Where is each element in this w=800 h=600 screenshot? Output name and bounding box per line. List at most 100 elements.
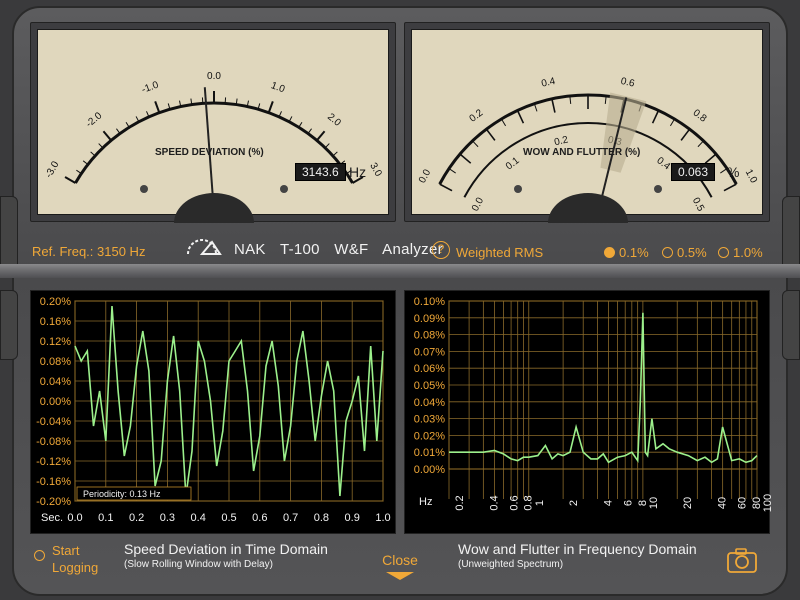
- radio-unselected-icon: [718, 247, 729, 258]
- wow-unit: %: [727, 164, 740, 180]
- camera-icon[interactable]: [726, 546, 758, 574]
- freq-chart-title: Wow and Flutter in Frequency Domain: [458, 541, 697, 557]
- freq-x-tick: 2: [568, 500, 580, 506]
- wow-meter-panel: 0.00.20.40.60.81.00.00.10.20.30.40.5 WOW…: [404, 22, 770, 223]
- weighted-rms-label[interactable]: Weighted RMS: [456, 245, 543, 260]
- speed-tick: [82, 160, 89, 165]
- speed-meter-title: SPEED DEVIATION (%): [155, 147, 264, 158]
- periodicity-label: Periodicity: 0.13 Hz: [83, 489, 161, 499]
- range-radio-0-1[interactable]: 0.1%: [604, 245, 664, 261]
- chevron-down-icon: [386, 572, 414, 580]
- speed-tick-label: 2.0: [325, 111, 343, 129]
- time-y-tick: 0.08%: [40, 356, 71, 368]
- wow-outer-tick: [669, 118, 675, 127]
- nak-logo-icon: [187, 239, 222, 255]
- speed-tick: [307, 128, 312, 134]
- freq-x-tick: 40: [717, 497, 729, 509]
- speed-tick: [267, 101, 274, 113]
- speed-unit: Hz: [349, 164, 367, 180]
- time-x-tick: 0.3: [160, 512, 175, 524]
- wow-inner-arc: [463, 122, 713, 198]
- freq-x-tick: 0.4: [488, 495, 500, 510]
- freq-x-tick: 0.2: [454, 495, 466, 510]
- freq-x-tick: 60: [737, 497, 749, 509]
- freq-y-tick: 0.08%: [414, 330, 445, 342]
- range-radio-1-0[interactable]: 1.0%: [718, 245, 778, 261]
- speed-tick: [102, 130, 112, 142]
- wow-outer-label: 0.8: [691, 107, 709, 124]
- freq-x-tick: 6: [623, 500, 635, 506]
- wow-outer-tick: [485, 128, 496, 141]
- wow-outer-tick: [472, 140, 479, 148]
- speed-tick: [98, 143, 104, 149]
- freq-y-tick: 0.02%: [414, 430, 445, 442]
- start-logging-label: Start Logging: [52, 543, 99, 575]
- time-y-tick: -0.08%: [36, 436, 71, 448]
- speed-tick-label: 0.0: [207, 71, 221, 82]
- freq-chart-subtitle: (Unweighted Spectrum): [458, 559, 564, 570]
- speed-meter-dial: -3.0 -2.0 -1.0 0.0 1.0 2.0 3.0: [43, 71, 384, 223]
- wow-outer-label: 0.0: [417, 167, 433, 185]
- freq-x-tick: 0.6: [508, 495, 520, 510]
- speed-tick: [154, 101, 161, 113]
- logging-radio-icon: [34, 550, 45, 561]
- wow-outer-tick: [501, 118, 507, 127]
- radio-label: 0.1%: [619, 245, 649, 260]
- speed-meter-panel: -3.0 -2.0 -1.0 0.0 1.0 2.0 3.0 SPEED DEVIATION…: [30, 22, 396, 223]
- wow-outer-label: 0.4: [540, 76, 556, 90]
- time-x-tick: 0.8: [314, 512, 329, 524]
- time-y-tick: -0.16%: [36, 476, 71, 488]
- wow-readout: 0.063: [671, 163, 716, 181]
- time-x-tick: 0.0: [67, 512, 82, 524]
- speed-tick: [324, 143, 330, 149]
- wow-outer-tick: [448, 168, 456, 174]
- freq-domain-chart-panel: 0.10% 0.09% 0.08% 0.07% 0.06% 0.05% 0.04% 0.03%…: [404, 290, 771, 534]
- freq-y-tick: 0.07%: [414, 346, 445, 358]
- speed-tick-label: 1.0: [269, 80, 286, 95]
- start-logging-toggle[interactable]: Start Logging: [34, 542, 98, 576]
- range-radio-0-5[interactable]: 0.5%: [662, 245, 722, 261]
- close-button[interactable]: Close: [372, 552, 428, 568]
- time-x-label: Sec.: [41, 512, 63, 524]
- left-side-tab-lower: [0, 290, 18, 360]
- time-x-tick: 0.9: [345, 512, 360, 524]
- time-y-tick: -0.04%: [36, 416, 71, 428]
- panel-divider: [0, 264, 800, 278]
- wow-outer-label: 0.2: [468, 107, 486, 124]
- time-y-tick: 0.16%: [40, 316, 71, 328]
- wow-outer-tick: [459, 153, 472, 164]
- brand-word: W&F: [334, 241, 369, 258]
- speed-tick-label: 3.0: [367, 161, 384, 179]
- freq-x-tick: 10: [648, 497, 660, 509]
- wow-outer-tick: [697, 140, 704, 148]
- ref-freq-label: Ref. Freq.: 3150 Hz: [32, 244, 146, 259]
- wow-outer-tick: [551, 98, 556, 113]
- time-x-tick: 0.6: [252, 512, 267, 524]
- speed-screw: [140, 185, 148, 193]
- brand-word: T-100: [279, 241, 320, 258]
- wow-outer-label: 1.0: [743, 168, 759, 186]
- radio-label: 1.0%: [733, 245, 763, 260]
- freq-y-tick: 0.09%: [414, 313, 445, 325]
- speed-tick: [64, 176, 76, 184]
- time-x-tick: 0.7: [283, 512, 298, 524]
- brand-word: NAK: [234, 241, 266, 258]
- freq-domain-chart: 0.10% 0.09% 0.08% 0.07% 0.06% 0.05% 0.04% 0.03%…: [414, 296, 771, 512]
- time-y-tick: -0.20%: [36, 496, 71, 508]
- time-chart-title: Speed Deviation in Time Domain: [124, 541, 328, 557]
- time-x-tick: 0.4: [191, 512, 206, 524]
- time-y-tick: 0.00%: [40, 396, 71, 408]
- time-x-tick: 1.0: [375, 512, 390, 524]
- freq-y-tick: 0.06%: [414, 363, 445, 375]
- time-x-tick: 0.1: [98, 512, 113, 524]
- help-icon[interactable]: ?: [432, 241, 450, 259]
- wow-outer-tick: [723, 183, 737, 192]
- speed-tick: [76, 169, 82, 174]
- wow-outer-tick: [439, 183, 453, 192]
- freq-y-tick: 0.05%: [414, 380, 445, 392]
- wow-outer-tick: [651, 110, 660, 124]
- freq-y-tick: 0.03%: [414, 414, 445, 426]
- radio-unselected-icon: [662, 247, 673, 258]
- time-chart-subtitle: (Slow Rolling Window with Delay): [124, 559, 273, 570]
- freq-x-label: Hz: [419, 496, 432, 508]
